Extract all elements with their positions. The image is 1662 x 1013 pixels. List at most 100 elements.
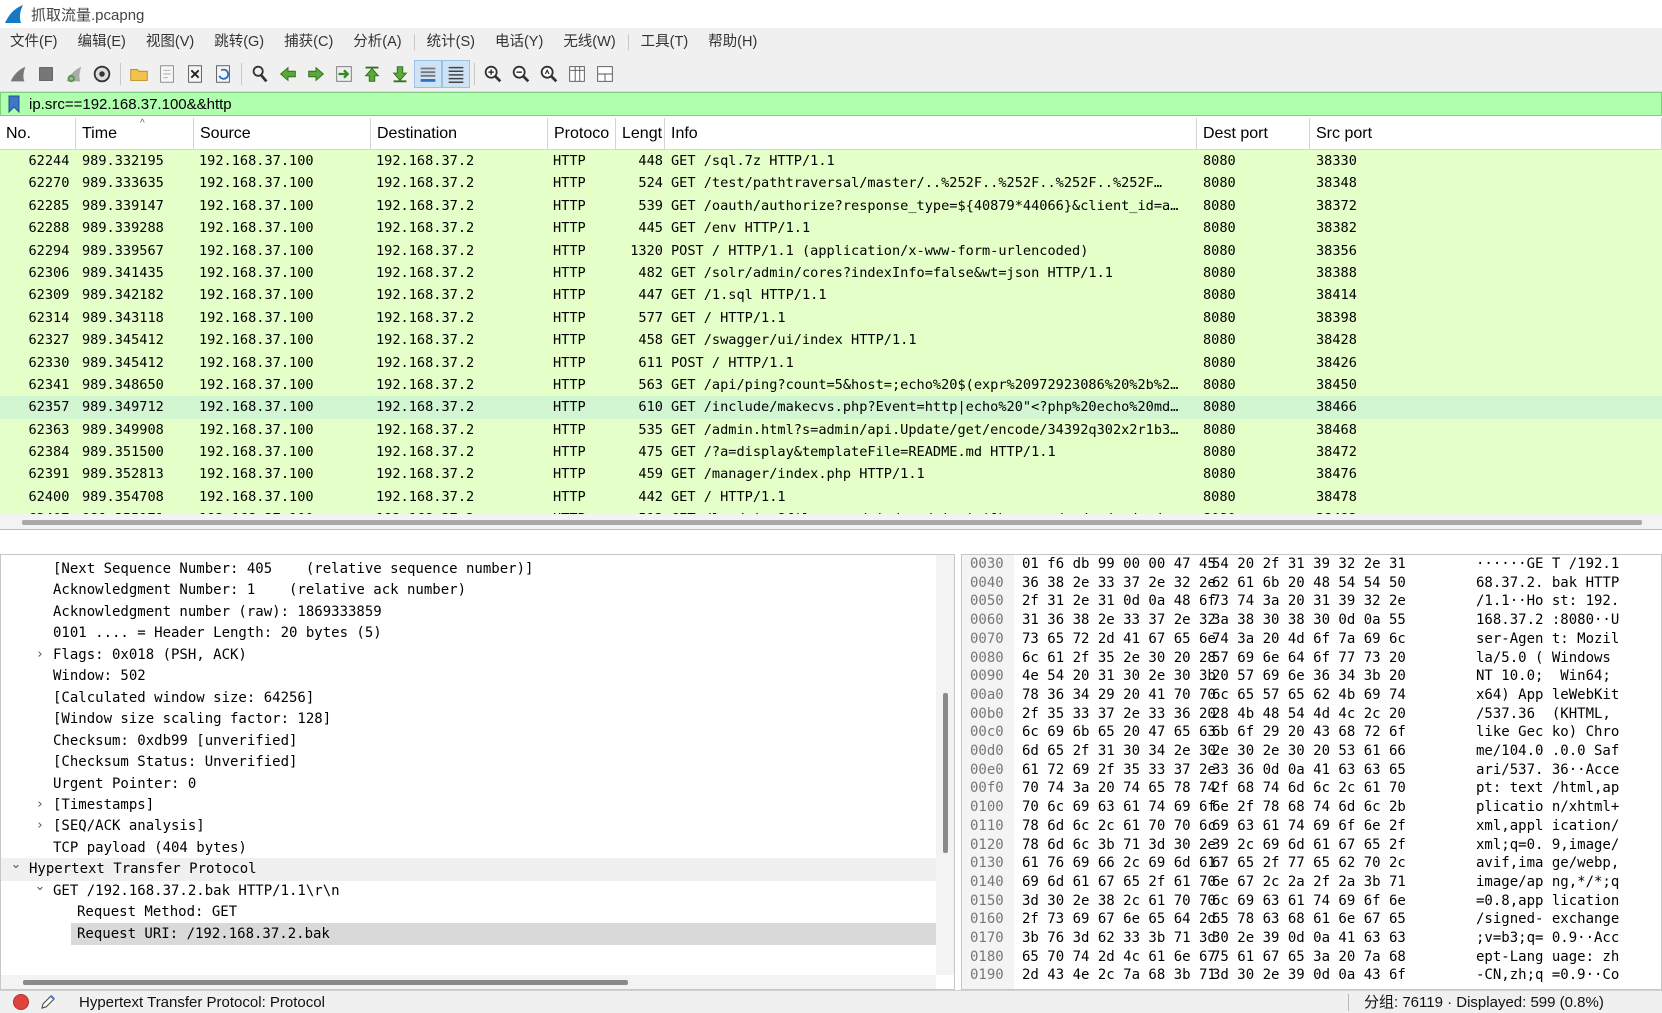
detail-tree-item[interactable]: TCP payload (404 bytes) — [1, 837, 936, 860]
find-packet-button[interactable] — [246, 60, 274, 88]
detail-tree-item[interactable]: ⌄ Hypertext Transfer Protocol — [1, 857, 936, 881]
colorize-button[interactable] — [442, 59, 470, 88]
capture-options-button[interactable] — [88, 60, 116, 88]
go-back-button[interactable] — [274, 60, 302, 88]
menu-item[interactable]: 无线(W) — [553, 28, 625, 56]
detail-tree-item[interactable]: › Flags: 0x018 (PSH, ACK) — [1, 644, 936, 667]
packet-row[interactable]: 62363 989.349908 192.168.37.100 192.168.37.… — [0, 418, 1662, 442]
detail-tree-item[interactable]: [Window size scaling factor: 128] — [1, 708, 936, 731]
hex-dump-row[interactable]: 00d0 6d 65 2f 31 30 34 2e 30 2e 30 2e 30 2… — [962, 742, 1661, 761]
go-forward-button[interactable] — [302, 60, 330, 88]
column-header[interactable]: Time — [76, 118, 194, 150]
zoom-out-button[interactable] — [507, 60, 535, 88]
hex-dump-row[interactable]: 0040 36 38 2e 33 37 2e 32 2e 62 61 6b 20 4… — [962, 574, 1661, 593]
column-header[interactable]: No. — [0, 118, 76, 150]
hex-dump-row[interactable]: 0180 65 70 74 2d 4c 61 6e 67 75 61 67 65 3… — [962, 948, 1661, 967]
hex-dump-row[interactable]: 00b0 2f 35 33 37 2e 33 36 20 28 4b 48 54 4… — [962, 705, 1661, 724]
menu-item[interactable]: 电话(Y) — [485, 28, 553, 56]
packet-row[interactable]: 62270 989.333635 192.168.37.100 192.168.37.… — [0, 172, 1662, 195]
display-filter-input[interactable] — [29, 95, 1629, 113]
detail-tree-item[interactable]: › [Timestamps] — [1, 794, 936, 817]
menu-item[interactable]: 跳转(G) — [204, 28, 274, 56]
hex-dump-row[interactable]: 00c0 6c 69 6b 65 20 47 65 63 6b 6f 29 20 4… — [962, 723, 1661, 742]
detail-tree-item[interactable]: [Next Sequence Number: 405 (relative seq… — [1, 558, 936, 581]
edit-comment-icon[interactable] — [39, 993, 57, 1011]
expert-info-icon[interactable] — [13, 994, 29, 1010]
hex-dump-row[interactable]: 0170 3b 76 3d 62 33 3b 71 3d 30 2e 39 0d 0… — [962, 929, 1661, 948]
bookmark-icon[interactable] — [5, 94, 23, 114]
details-hscrollbar[interactable] — [1, 975, 936, 989]
packet-row[interactable]: 62314 989.343118 192.168.37.100 192.168.37.… — [0, 306, 1662, 330]
details-vscrollbar[interactable] — [936, 555, 954, 975]
detail-tree-item[interactable]: Urgent Pointer: 0 — [1, 773, 936, 796]
hex-dump-row[interactable]: 0140 69 6d 61 67 65 2f 61 70 6e 67 2c 2a 2… — [962, 873, 1661, 892]
hex-dump-row[interactable]: 0030 01 f6 db 99 00 00 47 45 54 20 2f 31 3… — [962, 555, 1661, 574]
zoom-in-button[interactable] — [479, 60, 507, 88]
hex-dump-row[interactable]: 0100 70 6c 69 63 61 74 69 6f 6e 2f 78 68 7… — [962, 798, 1661, 817]
detail-tree-item[interactable]: Acknowledgment Number: 1 (relative ack n… — [1, 579, 936, 602]
menu-item[interactable]: 统计(S) — [417, 28, 485, 56]
detail-tree-item[interactable]: 0101 .... = Header Length: 20 bytes (5) — [1, 622, 936, 645]
menu-item[interactable]: 分析(A) — [343, 28, 411, 56]
hex-dump-row[interactable]: 0060 31 36 38 2e 33 37 2e 32 3a 38 30 38 3… — [962, 611, 1661, 630]
scroll-thumb[interactable] — [943, 693, 948, 853]
chevron-right-icon[interactable]: › — [33, 794, 47, 817]
packet-list-hscrollbar[interactable] — [0, 514, 1662, 529]
hex-dump-row[interactable]: 00f0 70 74 3a 20 74 65 78 74 2f 68 74 6d 6… — [962, 779, 1661, 798]
packet-row[interactable]: 62306 989.341435 192.168.37.100 192.168.37.… — [0, 261, 1662, 285]
normal-size-button[interactable] — [535, 60, 563, 88]
column-header[interactable]: Info — [665, 118, 1197, 150]
chevron-down-icon[interactable]: ⌄ — [9, 854, 23, 877]
hex-dump-row[interactable]: 0070 73 65 72 2d 41 67 65 6e 74 3a 20 4d 6… — [962, 630, 1661, 649]
detail-tree-item[interactable]: Request Method: GET — [1, 901, 936, 924]
packet-row[interactable]: 62327 989.345412 192.168.37.100 192.168.37.… — [0, 329, 1662, 352]
menu-item[interactable]: 文件(F) — [0, 28, 68, 56]
column-header[interactable]: Lengt — [616, 118, 665, 150]
hex-dump-row[interactable]: 0080 6c 61 2f 35 2e 30 20 28 57 69 6e 64 6… — [962, 649, 1661, 668]
detail-tree-item[interactable]: Checksum: 0xdb99 [unverified] — [1, 730, 936, 753]
chevron-right-icon[interactable]: › — [33, 815, 47, 838]
start-capture-button[interactable] — [4, 60, 32, 88]
autoscroll-button[interactable] — [414, 59, 442, 88]
column-header[interactable]: Protoco — [548, 118, 616, 150]
resize-columns-button[interactable] — [563, 60, 591, 88]
column-header[interactable]: Source — [194, 118, 371, 150]
hex-dump-row[interactable]: 0120 78 6d 6c 3b 71 3d 30 2e 39 2c 69 6d 6… — [962, 836, 1661, 855]
packet-row[interactable]: 62400 989.354708 192.168.37.100 192.168.37.… — [0, 485, 1662, 509]
go-to-packet-button[interactable] — [330, 60, 358, 88]
detail-tree-item[interactable]: › [SEQ/ACK analysis] — [1, 815, 936, 838]
open-file-button[interactable] — [125, 60, 153, 88]
packet-row[interactable]: 62285 989.339147 192.168.37.100 192.168.37.… — [0, 194, 1662, 218]
hex-dump-row[interactable]: 0130 61 76 69 66 2c 69 6d 61 67 65 2f 77 6… — [962, 854, 1661, 873]
column-header[interactable]: Src port — [1310, 118, 1662, 150]
save-file-button[interactable] — [153, 60, 181, 88]
chevron-down-icon[interactable]: ⌄ — [33, 876, 47, 899]
hex-dump-row[interactable]: 0050 2f 31 2e 31 0d 0a 48 6f 73 74 3a 20 3… — [962, 592, 1661, 611]
hex-dump-row[interactable]: 0110 78 6d 6c 2c 61 70 70 6c 69 63 61 74 6… — [962, 817, 1661, 836]
packet-row[interactable]: 62288 989.339288 192.168.37.100 192.168.37.… — [0, 217, 1662, 240]
detail-tree-item[interactable]: Acknowledgment number (raw): 1869333859 — [1, 601, 936, 624]
close-file-button[interactable] — [181, 60, 209, 88]
packet-row[interactable]: 62244 989.332195 192.168.37.100 192.168.37.… — [0, 150, 1662, 173]
detail-tree-item[interactable]: ⌄ GET /192.168.37.2.bak HTTP/1.1\r\n — [1, 879, 936, 903]
last-packet-button[interactable] — [386, 60, 414, 88]
hex-dump-row[interactable]: 00e0 61 72 69 2f 35 33 37 2e 33 36 0d 0a 4… — [962, 761, 1661, 780]
detail-tree-item[interactable]: [Checksum Status: Unverified] — [1, 751, 936, 774]
scroll-thumb[interactable] — [23, 980, 628, 985]
detail-tree-item[interactable]: [Calculated window size: 64256] — [1, 687, 936, 710]
packet-row[interactable]: 62309 989.342182 192.168.37.100 192.168.37.… — [0, 284, 1662, 307]
hex-dump-row[interactable]: 0150 3d 30 2e 38 2c 61 70 70 6c 69 63 61 7… — [962, 892, 1661, 911]
hex-dump-row[interactable]: 0160 2f 73 69 67 6e 65 64 2d 65 78 63 68 6… — [962, 910, 1661, 929]
packet-row[interactable]: 62357 989.349712 192.168.37.100 192.168.37.… — [0, 396, 1662, 419]
stop-capture-button[interactable] — [32, 60, 60, 88]
packet-row[interactable]: 62330 989.345412 192.168.37.100 192.168.37.… — [0, 351, 1662, 374]
detail-tree-item[interactable]: Request URI: /192.168.37.2.bak — [71, 922, 936, 946]
menu-item[interactable]: 捕获(C) — [274, 28, 343, 56]
menu-item[interactable]: 工具(T) — [631, 28, 699, 56]
restart-capture-button[interactable] — [60, 60, 88, 88]
detail-tree-item[interactable]: Window: 502 — [1, 665, 936, 688]
packet-row[interactable]: 62384 989.351500 192.168.37.100 192.168.37.… — [0, 441, 1662, 464]
column-header[interactable]: Dest port — [1197, 118, 1310, 150]
hex-dump-row[interactable]: 00a0 78 36 34 29 20 41 70 70 6c 65 57 65 6… — [962, 686, 1661, 705]
hex-dump-row[interactable]: 0090 4e 54 20 31 30 2e 30 3b 20 57 69 6e 3… — [962, 667, 1661, 686]
